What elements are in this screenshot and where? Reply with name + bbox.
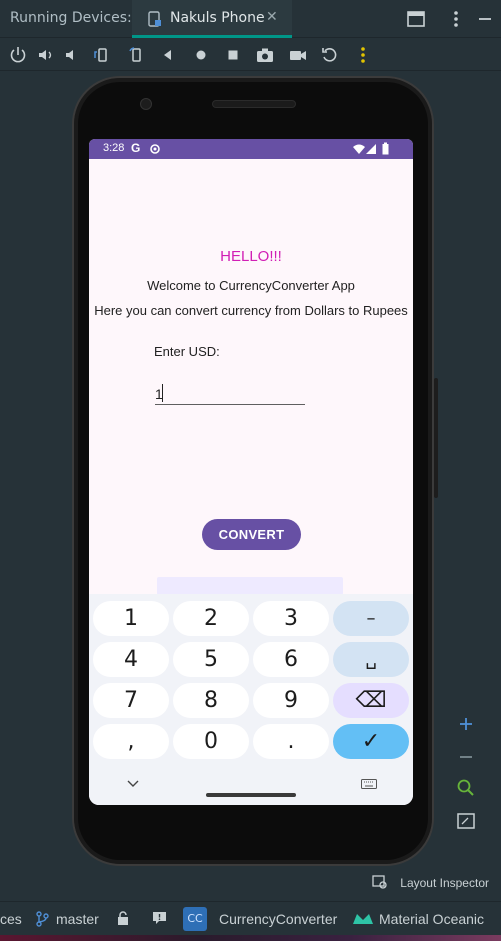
power-icon[interactable]	[8, 45, 28, 65]
rotate-right-icon[interactable]	[126, 45, 146, 65]
zoom-out-icon[interactable]	[455, 746, 477, 768]
fit-screen-icon[interactable]	[455, 810, 477, 832]
android-status-bar: 3:28 G	[89, 139, 413, 159]
key-5[interactable]: 5	[173, 642, 249, 677]
key-comma[interactable]: ,	[93, 724, 169, 759]
running-devices-title: Running Devices:	[10, 10, 132, 26]
gesture-home-bar[interactable]	[206, 793, 296, 797]
device-toolbar	[0, 39, 501, 71]
keyboard-switch-icon[interactable]	[361, 779, 377, 789]
home-icon[interactable]	[191, 45, 211, 65]
zoom-in-icon[interactable]	[455, 713, 477, 735]
notifications-icon[interactable]	[152, 911, 167, 926]
google-icon: G	[131, 141, 141, 155]
phone-screen: 3:28 G HELLO!!! Welcome to CurrencyConve…	[89, 139, 413, 805]
layout-inspector-label[interactable]: Layout Inspector	[400, 876, 489, 890]
key-0[interactable]: 0	[173, 724, 249, 759]
overview-icon[interactable]	[223, 45, 243, 65]
key-minus[interactable]: –	[333, 601, 409, 636]
status-left-fragment[interactable]: ces	[0, 911, 22, 927]
key-7[interactable]: 7	[93, 683, 169, 718]
front-camera	[140, 98, 152, 110]
reset-icon[interactable]	[320, 45, 340, 65]
more-tools-icon[interactable]	[353, 45, 373, 65]
back-icon[interactable]	[158, 45, 178, 65]
ide-status-bar: ces master CC CurrencyConverter Material…	[0, 901, 501, 935]
minimize-icon[interactable]	[474, 8, 496, 30]
enter-usd-label: Enter USD:	[154, 344, 220, 359]
tool-window-tabbar: Running Devices: Nakuls Phone ✕	[0, 0, 501, 38]
settings-status-icon	[150, 144, 160, 154]
volume-up-icon[interactable]	[36, 45, 56, 65]
volume-down-icon[interactable]	[62, 45, 82, 65]
key-4[interactable]: 4	[93, 642, 169, 677]
project-name[interactable]: CurrencyConverter	[219, 911, 337, 927]
tab-label: Nakuls Phone	[170, 10, 265, 26]
key-3[interactable]: 3	[253, 601, 329, 636]
welcome-text: Welcome to CurrencyConverter App	[147, 278, 355, 293]
close-tab-icon[interactable]: ✕	[266, 9, 278, 25]
phone-side-button	[434, 378, 438, 498]
git-branch-icon	[36, 911, 49, 927]
hide-keyboard-icon[interactable]	[127, 780, 139, 788]
screenshot-icon[interactable]	[255, 45, 275, 65]
device-icon	[148, 11, 161, 27]
key-done[interactable]: ✓	[333, 724, 409, 759]
battery-icon	[382, 142, 389, 155]
convert-button[interactable]: CONVERT	[202, 519, 301, 550]
hello-heading: HELLO!!!	[220, 248, 282, 265]
key-space[interactable]: ␣	[333, 642, 409, 677]
wifi-icon	[353, 144, 365, 154]
numeric-keyboard: 1 2 3 – 4 5 6 ␣ 7 8 9 ⌫ , 0 . ✓	[89, 594, 413, 805]
project-badge: CC	[183, 907, 207, 931]
key-6[interactable]: 6	[253, 642, 329, 677]
signal-icon	[366, 144, 376, 154]
suggestion-strip	[157, 577, 343, 595]
lock-icon[interactable]	[116, 911, 130, 926]
description-text: Here you can convert currency from Dolla…	[94, 303, 408, 318]
zoom-actual-icon[interactable]	[455, 777, 477, 799]
usd-input[interactable]	[155, 383, 305, 405]
window-layout-icon[interactable]	[405, 8, 427, 30]
theme-icon	[353, 914, 373, 924]
earpiece-speaker	[212, 100, 296, 108]
git-branch-label[interactable]: master	[56, 911, 99, 927]
status-time: 3:28	[103, 142, 125, 154]
layout-inspector-icon[interactable]	[372, 874, 388, 890]
more-options-icon[interactable]	[445, 8, 467, 30]
inspector-row: Layout Inspector	[0, 867, 501, 901]
key-9[interactable]: 9	[253, 683, 329, 718]
theme-name[interactable]: Material Oceanic	[379, 911, 484, 927]
screen-record-icon[interactable]	[288, 45, 308, 65]
window-bottom-edge	[0, 935, 501, 941]
tab-nakuls-phone[interactable]: Nakuls Phone ✕	[132, 0, 292, 38]
text-caret	[162, 384, 163, 402]
key-1[interactable]: 1	[93, 601, 169, 636]
key-period[interactable]: .	[253, 724, 329, 759]
rotate-left-icon[interactable]	[92, 45, 112, 65]
key-8[interactable]: 8	[173, 683, 249, 718]
key-backspace[interactable]: ⌫	[333, 683, 409, 718]
key-2[interactable]: 2	[173, 601, 249, 636]
